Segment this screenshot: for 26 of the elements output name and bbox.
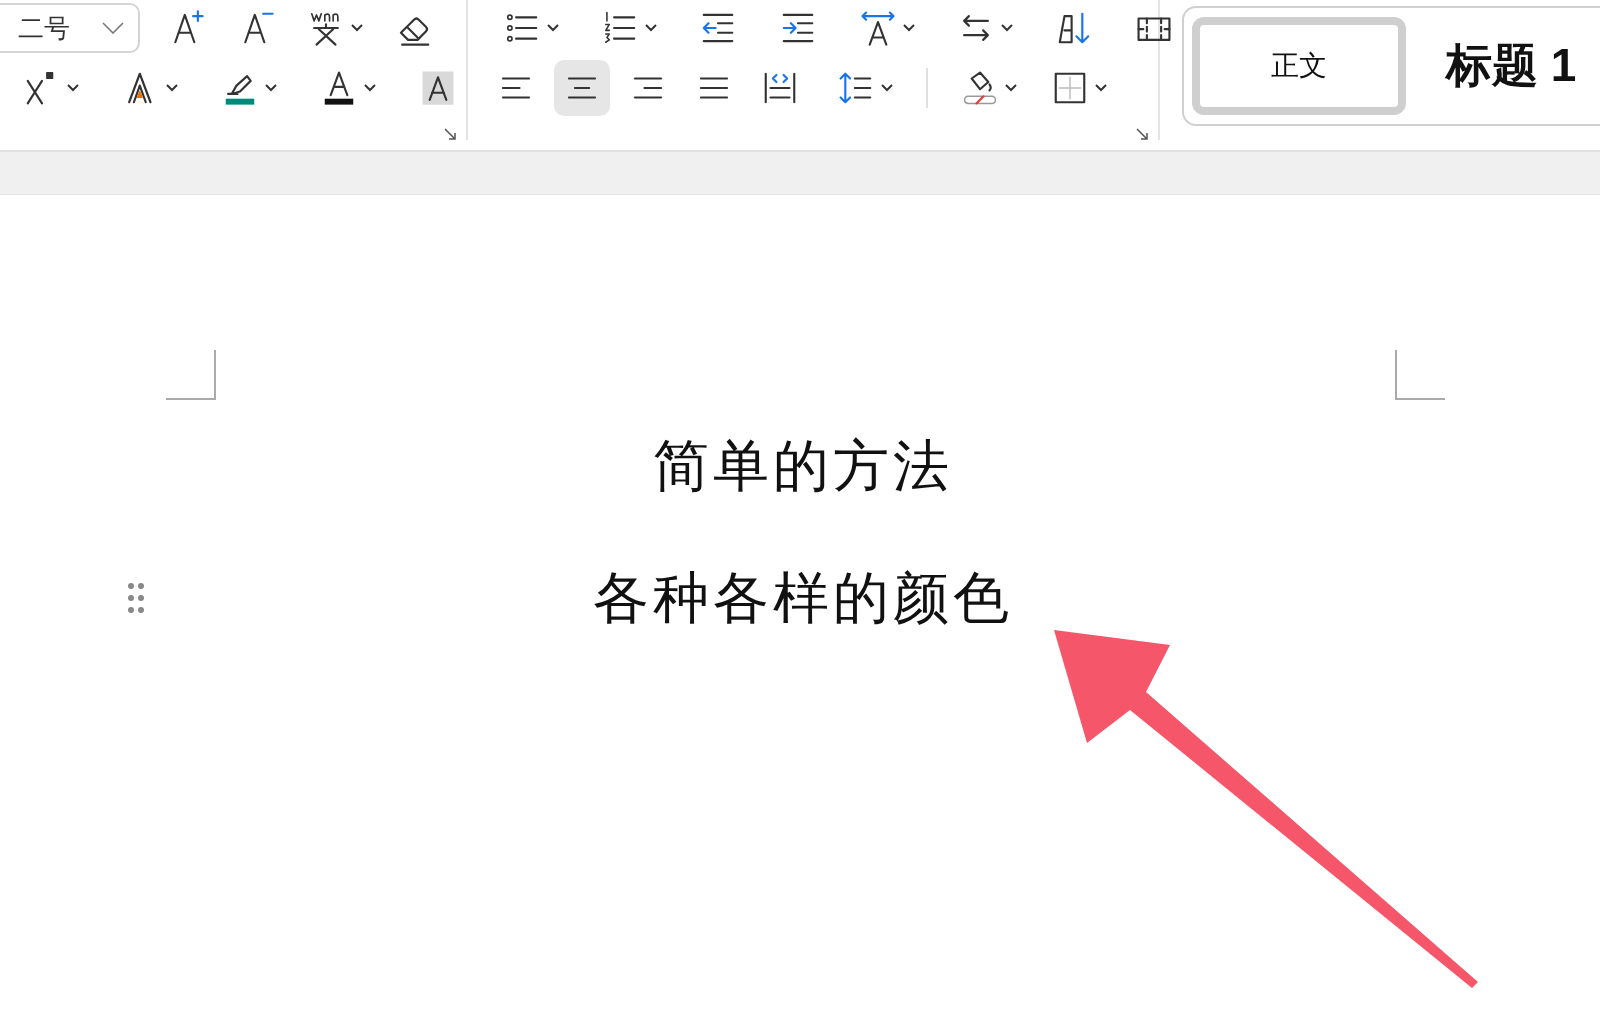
font-size-dropdown[interactable]: 二号 [0,3,140,53]
chevron-down-icon [903,24,915,32]
chevron-down-icon [645,24,657,32]
chevron-down-icon [1001,24,1013,32]
dialog-launcher-icon[interactable] [1136,128,1148,140]
dialog-launcher-icon[interactable] [444,128,456,140]
chevron-down-icon [67,84,79,92]
style-option[interactable]: 标题 1 [1440,34,1583,98]
chevron-down-icon [166,84,178,92]
drag-handle-icon[interactable] [127,582,145,614]
document-paragraph: 简单的方法 [653,438,953,494]
style-option[interactable]: 正文 [1192,17,1406,115]
chevron-down-icon [881,84,893,92]
page-corner-mark [1395,350,1445,400]
chevron-down-icon [102,22,124,34]
chevron-down-icon [351,24,363,32]
character-spacing-icon [859,9,897,47]
chevron-down-icon [364,84,376,92]
page-corner-mark [166,350,216,400]
align-center-button[interactable] [554,60,610,116]
chevron-down-icon [547,24,559,32]
chevron-down-icon [265,84,277,92]
chevron-down-icon [1005,84,1017,92]
chevron-down-icon [1095,84,1107,92]
paint-bucket-icon [961,69,999,107]
document-paragraph: 各种各样的颜色 [593,570,1013,626]
